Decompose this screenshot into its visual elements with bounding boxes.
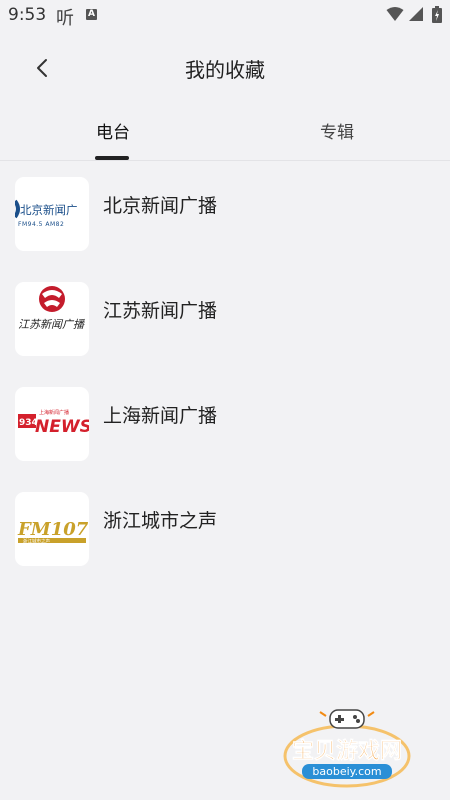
status-time: 9:53 [8, 5, 47, 25]
baobei-watermark: 宝贝游戏网 baobeiy.com [283, 709, 411, 788]
svg-text:baobeiy.com: baobeiy.com [312, 765, 381, 778]
wifi-icon [386, 7, 404, 21]
station-list: 北京新闻广 FM94.5 AM82 北京新闻广播 江苏新闻广播 江苏新闻广播 上… [0, 175, 450, 595]
svg-text:NEWS: NEWS [35, 417, 89, 437]
signal-icon [409, 7, 423, 21]
svg-text:FM107: FM107 [17, 519, 89, 540]
zhejiang-logo-graphic: FM107 浙江城市之声 [17, 519, 89, 545]
zhejiang-city-logo: FM107 浙江城市之声 [15, 492, 89, 566]
ting-app-icon: 听 [56, 8, 74, 29]
station-name: 浙江城市之声 [103, 510, 218, 532]
station-name: 北京新闻广播 [103, 195, 218, 217]
jiangsu-logo-graphic: 江苏新闻广播 [18, 286, 86, 331]
list-item-beijing[interactable]: 北京新闻广 FM94.5 AM82 北京新闻广播 [0, 175, 450, 280]
svg-text:北京新闻广: 北京新闻广 [20, 203, 78, 217]
active-tab-indicator [95, 156, 129, 160]
list-item-zhejiang[interactable]: FM107 浙江城市之声 浙江城市之声 [0, 490, 450, 595]
svg-text:FM94.5 AM82: FM94.5 AM82 [18, 221, 64, 228]
svg-text:江苏新闻广播: 江苏新闻广播 [18, 318, 86, 331]
a-badge-icon: A [86, 9, 97, 20]
list-item-shanghai[interactable]: 上海新闻广播 934 NEWS 上海新闻广播 [0, 385, 450, 490]
station-name: 上海新闻广播 [103, 405, 218, 427]
tab-radio[interactable]: 电台 [96, 118, 130, 143]
beijing-news-logo: 北京新闻广 FM94.5 AM82 [15, 177, 89, 251]
gamepad-icon [319, 709, 375, 729]
header: 我的收藏 [0, 40, 450, 94]
shanghai-news-logo: 上海新闻广播 934 NEWS [15, 387, 89, 461]
station-name: 江苏新闻广播 [103, 300, 218, 322]
jiangsu-news-logo: 江苏新闻广播 [15, 282, 89, 356]
svg-text:上海新闻广播: 上海新闻广播 [39, 409, 69, 416]
list-item-jiangsu[interactable]: 江苏新闻广播 江苏新闻广播 [0, 280, 450, 385]
page-title: 我的收藏 [185, 58, 265, 82]
tab-album[interactable]: 专辑 [320, 118, 354, 143]
svg-text:浙江城市之声: 浙江城市之声 [23, 538, 50, 545]
shanghai-logo-graphic: 上海新闻广播 934 NEWS [18, 409, 89, 437]
battery-icon [432, 6, 442, 23]
tab-bar: 电台 专辑 [0, 104, 450, 161]
beijing-logo-graphic: 北京新闻广 FM94.5 AM82 [15, 199, 78, 228]
status-bar: 9:53 听 A [0, 0, 450, 32]
svg-text:宝贝游戏网: 宝贝游戏网 [292, 738, 402, 764]
